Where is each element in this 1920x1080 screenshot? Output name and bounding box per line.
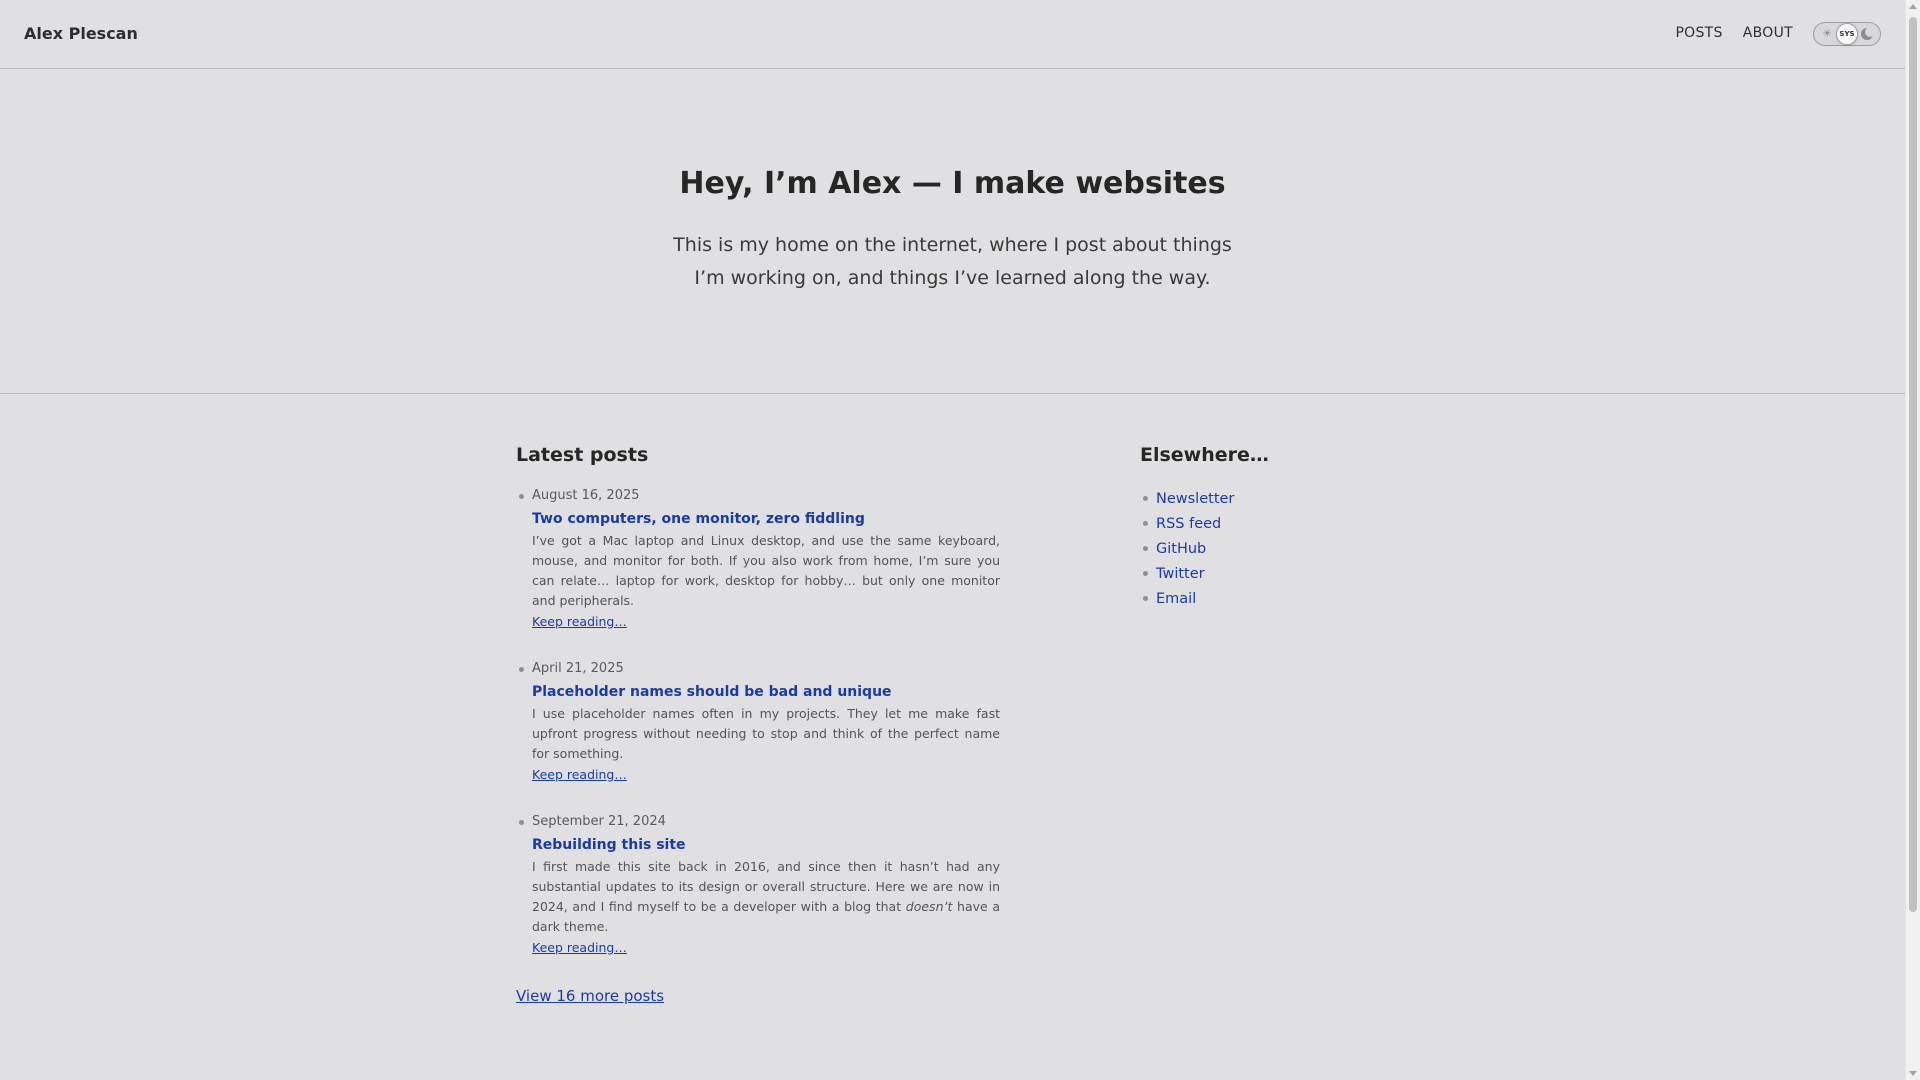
hero-title: Hey, I’m Alex — I make websites — [679, 166, 1226, 201]
sun-icon[interactable]: ☀ — [1819, 26, 1835, 42]
scrollbar-thumb[interactable] — [1909, 17, 1917, 912]
theme-system-knob[interactable]: SYS — [1836, 23, 1858, 45]
keep-reading-link[interactable]: Keep reading… — [532, 938, 627, 958]
post-date: April 21, 2025 — [532, 661, 624, 676]
moon-icon[interactable] — [1859, 26, 1875, 42]
elsewhere-list-item: Newsletter — [1140, 486, 1440, 511]
post-list-item: August 16, 2025 Two computers, one monit… — [516, 486, 1000, 632]
twitter-link[interactable]: Twitter — [1156, 566, 1205, 582]
post-date: September 21, 2024 — [532, 814, 666, 829]
scroll-up-arrow-icon[interactable] — [1909, 4, 1917, 9]
hero-subtitle: This is my home on the internet, where I… — [673, 234, 1232, 289]
nav-about-link[interactable]: ABOUT — [1743, 24, 1793, 42]
email-link[interactable]: Email — [1156, 591, 1196, 607]
elsewhere-list-item: GitHub — [1140, 536, 1440, 561]
keep-reading-link[interactable]: Keep reading… — [532, 765, 627, 785]
site-header: Alex Plescan POSTS ABOUT ☀ SYS — [0, 0, 1905, 69]
post-date: August 16, 2025 — [532, 488, 640, 503]
view-more-posts-link[interactable]: View 16 more posts — [516, 985, 664, 1007]
site-brand-link[interactable]: Alex Plescan — [24, 24, 138, 44]
latest-posts-heading: Latest posts — [516, 444, 649, 466]
elsewhere-section: Elsewhere… Newsletter RSS feed GitHub Tw… — [1140, 440, 1440, 611]
post-excerpt-emphasis: doesn’t — [905, 899, 953, 914]
latest-posts-section: Latest posts August 16, 2025 Two compute… — [516, 440, 1000, 1007]
post-list: August 16, 2025 Two computers, one monit… — [516, 486, 1000, 958]
post-list-item: September 21, 2024 Rebuilding this site … — [516, 812, 1000, 958]
post-excerpt: I’ve got a Mac laptop and Linux desktop,… — [532, 533, 1000, 608]
post-title-link[interactable]: Two computers, one monitor, zero fiddlin… — [532, 509, 1000, 529]
post-excerpt: I use placeholder names often in my proj… — [532, 706, 1000, 761]
elsewhere-list-item: Twitter — [1140, 561, 1440, 586]
newsletter-link[interactable]: Newsletter — [1156, 491, 1234, 507]
theme-toggle[interactable]: ☀ SYS — [1813, 22, 1881, 46]
scroll-down-arrow-icon[interactable] — [1909, 1071, 1917, 1076]
elsewhere-heading: Elsewhere… — [1140, 444, 1269, 466]
post-list-item: April 21, 2025 Placeholder names should … — [516, 659, 1000, 785]
post-excerpt: I first made this site back in 2016, and… — [532, 857, 1000, 937]
post-title-link[interactable]: Placeholder names should be bad and uniq… — [532, 682, 1000, 702]
nav-posts-link[interactable]: POSTS — [1675, 24, 1722, 42]
hero-section: Hey, I’m Alex — I make websites This is … — [0, 69, 1905, 394]
page-scrollbar[interactable] — [1905, 0, 1920, 1080]
github-link[interactable]: GitHub — [1156, 541, 1206, 557]
keep-reading-link[interactable]: Keep reading… — [532, 612, 627, 632]
elsewhere-list: Newsletter RSS feed GitHub Twitter Email — [1140, 486, 1440, 611]
post-title-link[interactable]: Rebuilding this site — [532, 835, 1000, 855]
main-nav: POSTS ABOUT — [1675, 24, 1793, 42]
elsewhere-list-item: RSS feed — [1140, 511, 1440, 536]
rss-feed-link[interactable]: RSS feed — [1156, 516, 1221, 532]
elsewhere-list-item: Email — [1140, 586, 1440, 611]
